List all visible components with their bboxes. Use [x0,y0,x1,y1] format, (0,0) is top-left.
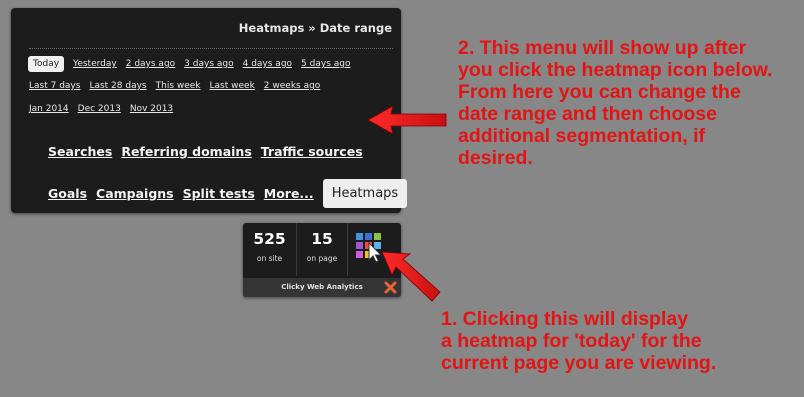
date-option-4-days-ago[interactable]: 4 days ago [243,59,292,69]
menu-annotation-line: additional segmentation, if [458,125,706,147]
date-option-dec-2013[interactable]: Dec 2013 [78,104,121,114]
date-option-2-days-ago[interactable]: 2 days ago [126,59,175,69]
widget-footer: Clicky Web Analytics [243,278,401,297]
nav-campaigns[interactable]: Campaigns [96,186,174,201]
menu-annotation-line: desired. [458,147,533,169]
on-site-label: on site [256,254,283,263]
menu-annotation: 2. This menu will show up after you clic… [458,37,773,169]
heatmap-grid-icon[interactable] [354,231,386,263]
date-option-last-week[interactable]: Last week [210,81,255,91]
on-site-stat[interactable]: 525 on site [243,223,297,276]
nav-goals[interactable]: Goals [48,186,87,201]
nav-referring-domains[interactable]: Referring domains [121,144,251,159]
date-option-2-weeks-ago[interactable]: 2 weeks ago [264,81,321,91]
date-option-this-week[interactable]: This week [156,81,201,91]
date-option-last-7-days[interactable]: Last 7 days [29,81,80,91]
on-site-count: 525 [253,230,286,248]
nav-more[interactable]: More... [264,186,314,201]
date-option-nov-2013[interactable]: Nov 2013 [130,104,173,114]
icon-annotation-line: current page you are viewing. [441,352,717,374]
date-range-row-1: Today Yesterday 2 days ago 3 days ago 4 … [28,56,350,72]
icon-annotation-line: 1. Clicking this will display [441,308,689,330]
icon-annotation: 1. Clicking this will display a heatmap … [441,308,716,374]
heatmaps-button[interactable]: Heatmaps [322,179,408,208]
heatmap-date-menu: Heatmaps » Date range Today Yesterday 2 … [11,8,408,213]
menu-annotation-line: you click the heatmap icon below. [458,59,773,81]
menu-annotation-line: 2. This menu will show up after [458,37,747,59]
date-option-3-days-ago[interactable]: 3 days ago [184,59,233,69]
date-option-yesterday[interactable]: Yesterday [73,59,117,69]
menu-annotation-line: From here you can change the [458,81,741,103]
menu-annotation-line: date range and then choose [458,103,717,125]
on-page-label: on page [306,254,338,263]
icon-annotation-line: a heatmap for 'today' for the [441,330,702,352]
nav-split-tests[interactable]: Split tests [183,186,255,201]
date-option-jan-2014[interactable]: Jan 2014 [29,104,69,114]
nav-traffic-sources[interactable]: Traffic sources [261,144,363,159]
close-x-icon[interactable] [383,280,398,295]
menu-divider [29,48,393,49]
on-page-count: 15 [311,230,333,248]
on-page-stat[interactable]: 15 on page [297,223,348,276]
date-option-today[interactable]: Today [28,56,65,72]
date-range-row-3: Jan 2014 Dec 2013 Nov 2013 [29,104,173,114]
menu-title: Heatmaps » Date range [238,21,392,35]
date-range-row-2: Last 7 days Last 28 days This week Last … [29,81,320,91]
nav-searches[interactable]: Searches [48,144,112,159]
segment-nav-row-2: Goals Campaigns Split tests More... Heat… [48,179,408,208]
clicky-widget: 525 on site 15 on page Clicky Web Analyt… [243,223,401,297]
date-option-last-28-days[interactable]: Last 28 days [89,81,146,91]
date-option-5-days-ago[interactable]: 5 days ago [301,59,350,69]
segment-nav-row-1: Searches Referring domains Traffic sourc… [48,144,363,159]
